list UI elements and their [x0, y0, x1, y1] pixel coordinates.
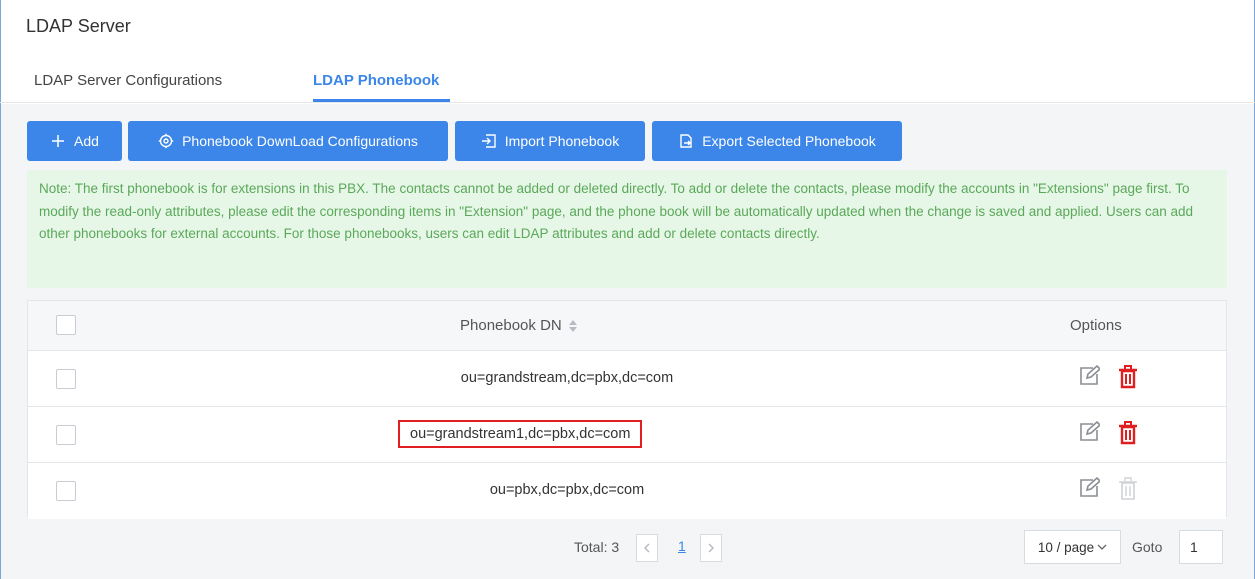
export-button-label: Export Selected Phonebook	[702, 133, 876, 149]
trash-icon-disabled	[1119, 477, 1137, 500]
export-selected-phonebook-button[interactable]: Export Selected Phonebook	[652, 121, 902, 161]
column-header-label: Phonebook DN	[460, 317, 562, 334]
tab-ldap-server-configurations[interactable]: LDAP Server Configurations	[34, 72, 222, 89]
previous-page-button[interactable]	[636, 534, 658, 562]
pagination: Total: 3 1 10 / page Goto	[0, 530, 1255, 566]
goto-label: Goto	[1132, 539, 1163, 555]
column-header-phonebook-dn[interactable]: Phonebook DN	[460, 317, 578, 334]
chevron-right-icon	[708, 543, 714, 553]
trash-icon[interactable]	[1118, 421, 1138, 445]
add-button[interactable]: Add	[27, 121, 122, 161]
import-phonebook-button[interactable]: Import Phonebook	[455, 121, 645, 161]
page-title: LDAP Server	[26, 16, 131, 36]
column-header-options: Options	[1070, 317, 1122, 334]
import-icon	[481, 134, 496, 148]
select-all-checkbox[interactable]	[56, 315, 76, 335]
chevron-left-icon	[644, 543, 650, 553]
tab-ldap-phonebook[interactable]: LDAP Phonebook	[313, 72, 439, 89]
export-icon	[680, 134, 692, 148]
info-note: Note: The first phonebook is for extensi…	[27, 170, 1227, 288]
phonebook-dn: ou=pbx,dc=pbx,dc=com	[489, 482, 645, 498]
tab-bar: LDAP Server Configurations LDAP Phoneboo…	[0, 60, 1255, 103]
active-tab-indicator	[313, 99, 450, 102]
page-number-1[interactable]: 1	[678, 538, 686, 554]
edit-icon[interactable]	[1078, 477, 1100, 499]
phonebook-download-configurations-button[interactable]: Phonebook DownLoad Configurations	[128, 121, 448, 161]
sort-icon[interactable]	[568, 319, 578, 333]
download-button-label: Phonebook DownLoad Configurations	[182, 133, 418, 149]
phonebook-table: Phonebook DN Options ou=grandstream,dc=p…	[27, 300, 1227, 519]
row-checkbox[interactable]	[56, 425, 76, 445]
edit-icon[interactable]	[1078, 421, 1100, 443]
next-page-button[interactable]	[700, 534, 722, 562]
edit-icon[interactable]	[1078, 365, 1100, 387]
add-button-label: Add	[74, 133, 99, 149]
gear-icon	[158, 133, 174, 149]
phonebook-dn: ou=grandstream,dc=pbx,dc=com	[460, 370, 674, 386]
import-button-label: Import Phonebook	[504, 133, 620, 149]
page-size-value: 10 / page	[1037, 539, 1095, 555]
trash-icon[interactable]	[1118, 365, 1138, 389]
total-count: Total: 3	[574, 539, 620, 555]
table-row: ou=grandstream1,dc=pbx,dc=com	[28, 407, 1226, 463]
table-row: ou=grandstream,dc=pbx,dc=com	[28, 351, 1226, 407]
table-header: Phonebook DN Options	[28, 301, 1226, 351]
page-size-select[interactable]: 10 / page	[1024, 530, 1121, 564]
chevron-down-icon	[1097, 544, 1107, 550]
phonebook-dn-highlighted: ou=grandstream1,dc=pbx,dc=com	[398, 420, 643, 448]
table-row: ou=pbx,dc=pbx,dc=com	[28, 463, 1226, 519]
plus-icon	[52, 135, 65, 147]
goto-page-input[interactable]	[1179, 530, 1223, 564]
